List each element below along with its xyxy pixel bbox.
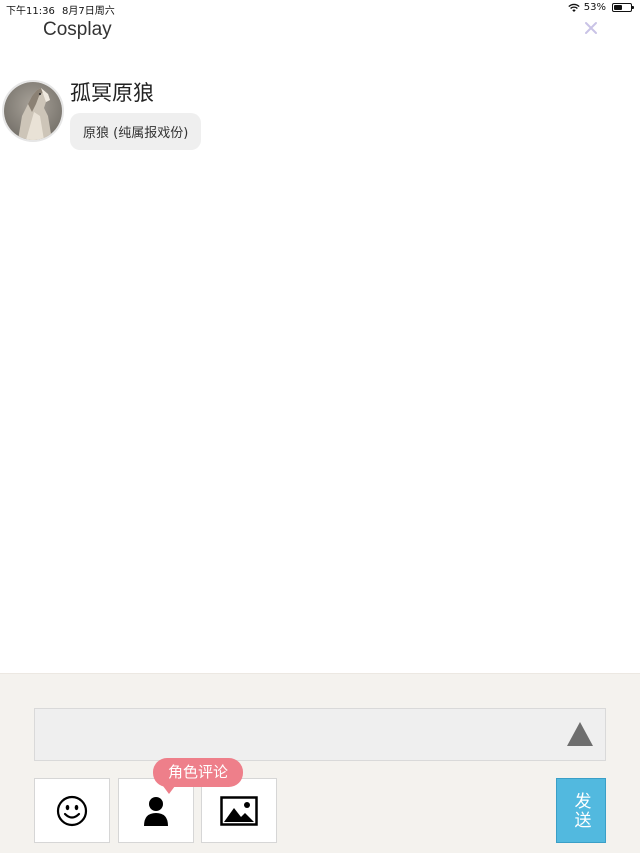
- page-title: Cosplay: [43, 19, 112, 40]
- status-time: 下午11:36: [6, 6, 55, 17]
- role-comment-tooltip: 角色评论: [153, 758, 244, 794]
- status-right: 53%: [568, 2, 634, 13]
- status-date: 8月7日周六: [62, 6, 115, 17]
- triangle-up-icon[interactable]: [566, 720, 594, 748]
- submit-button[interactable]: 发送: [556, 778, 606, 843]
- sender-name: 孤冥原狼: [70, 81, 154, 105]
- message-body: 孤冥原狼 原狼 (纯属报戏份): [70, 80, 202, 150]
- composer-panel: 角色评论 发送: [0, 673, 640, 853]
- person-icon: [144, 796, 168, 826]
- wifi-icon: [568, 3, 580, 12]
- status-bar: 下午11:36 8月7日周六 53%: [0, 0, 640, 17]
- image-icon: [220, 795, 258, 826]
- submit-label: 发送: [570, 791, 591, 830]
- comment-input[interactable]: [34, 708, 606, 761]
- wolf-avatar: [4, 82, 62, 140]
- message-item: 孤冥原狼 原狼 (纯属报戏份): [2, 80, 202, 150]
- smiley-icon: [56, 795, 88, 826]
- battery-percent: 53%: [583, 2, 606, 13]
- close-icon[interactable]: [580, 17, 602, 39]
- emoji-button[interactable]: [34, 778, 110, 843]
- message-bubble: 原狼 (纯属报戏份): [70, 113, 202, 150]
- role-button[interactable]: [118, 778, 194, 843]
- image-button[interactable]: [201, 778, 277, 843]
- battery-fill: [614, 5, 623, 10]
- avatar[interactable]: [2, 80, 64, 142]
- battery-icon: [612, 3, 634, 12]
